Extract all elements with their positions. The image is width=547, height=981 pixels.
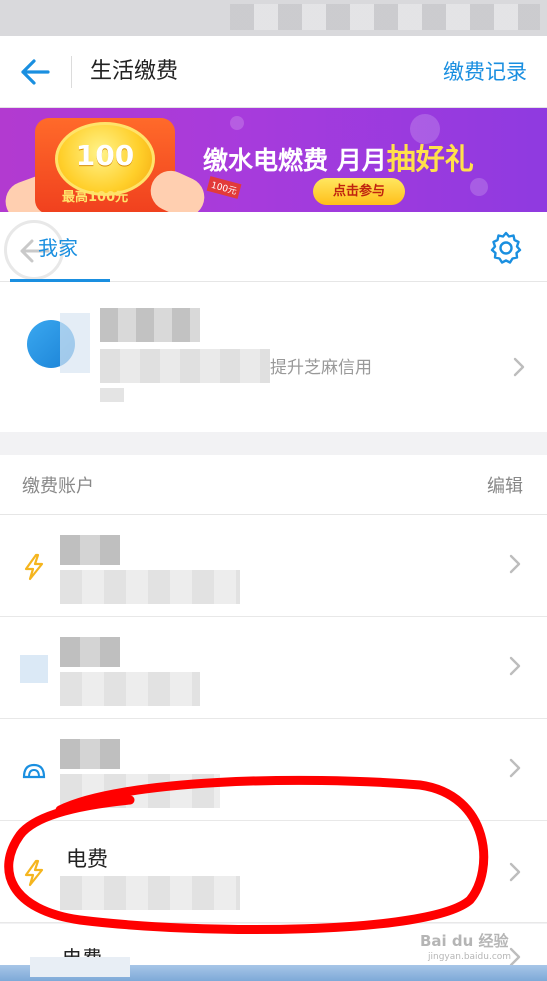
coin-value: 100 [75, 139, 135, 172]
blurred-account-name [60, 535, 120, 565]
banner-slogan: 缴水电燃费 月月抽好礼 [203, 136, 474, 178]
header-divider [71, 56, 72, 88]
credit-hint: 提升芝麻信用 [270, 358, 372, 378]
lightning-icon [24, 553, 44, 581]
back-arrow-icon [21, 59, 50, 85]
watermark-url: jingyan.baidu.com [428, 952, 512, 962]
payment-records-link[interactable]: 缴费记录 [443, 56, 527, 88]
accounts-header: 缴费账户 编辑 [0, 455, 547, 515]
small-tag: 100元 [206, 176, 242, 199]
account-row[interactable] [0, 515, 547, 617]
blurred-account-name [60, 637, 120, 667]
max-reward-label: 最高100元 [62, 190, 129, 205]
chevron-right-icon [509, 554, 521, 574]
lightning-icon [24, 859, 44, 887]
bottom-nav-strip [0, 957, 547, 981]
watermark-logo: Bai du 经验 [420, 932, 509, 950]
banner-decoration [470, 178, 488, 196]
account-label: 电费 [66, 847, 108, 871]
blurred-name [100, 308, 200, 342]
promo-banner[interactable]: 100 最高100元 100元 缴水电燃费 月月抽好礼 点击参与 [0, 108, 547, 212]
chevron-right-icon [509, 656, 521, 676]
blurred-account-info [60, 672, 200, 706]
join-button[interactable]: 点击参与 [313, 178, 405, 205]
page-title: 生活缴费 [90, 59, 179, 84]
blurred-info-small [100, 388, 124, 402]
blurred-account-info [60, 876, 240, 910]
account-row[interactable] [0, 719, 547, 821]
electricity-account-row[interactable]: 电费 [0, 821, 547, 923]
gas-flame-icon [22, 763, 46, 779]
slogan-text: 缴水电燃费 月月 [203, 146, 387, 175]
gear-icon[interactable] [488, 230, 524, 266]
account-row[interactable] [0, 617, 547, 719]
chevron-right-icon [509, 758, 521, 778]
chevron-right-icon [509, 862, 521, 882]
edit-button[interactable]: 编辑 [487, 472, 523, 498]
accounts-title: 缴费账户 [22, 476, 94, 497]
status-bar-blur [230, 4, 540, 30]
tab-active-indicator [10, 279, 110, 282]
home-account-card[interactable]: 提升芝麻信用 [0, 283, 547, 432]
tab-my-home[interactable]: 我家 [38, 232, 78, 261]
avatar-blur [60, 313, 90, 373]
home-section: 我家 提升芝麻信用 [0, 212, 547, 432]
slogan-highlight: 抽好礼 [386, 142, 474, 176]
chevron-right-icon [513, 357, 525, 377]
home-tab-bar: 我家 [0, 212, 547, 282]
banner-decoration [230, 116, 244, 130]
blurred-account-info [60, 774, 220, 808]
back-button[interactable] [18, 56, 52, 88]
status-bar [0, 0, 547, 36]
blurred-account-name [60, 739, 120, 769]
blurred-info [100, 349, 270, 383]
blurred-account-info [60, 570, 240, 604]
blurred-strip [30, 957, 130, 977]
water-drop-icon [20, 655, 48, 683]
app-header: 生活缴费 缴费记录 [0, 36, 547, 108]
